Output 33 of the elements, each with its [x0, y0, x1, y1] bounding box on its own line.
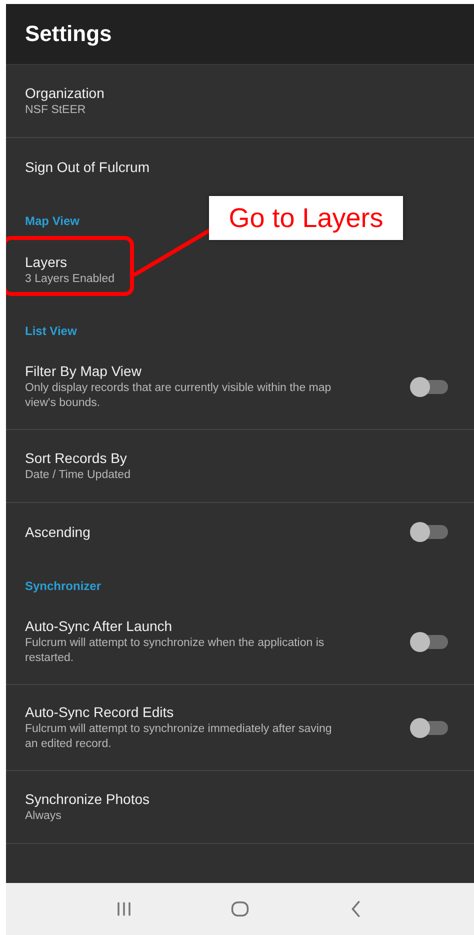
settings-item[interactable]: Ascending: [6, 503, 474, 561]
item-title: Synchronize Photos: [25, 790, 151, 808]
item-title: Sort Records By: [25, 449, 128, 467]
settings-item[interactable]: Organization NSF StEER: [6, 65, 474, 138]
item-summary: 3 Layers Enabled: [25, 272, 116, 287]
item-summary: Only display records that are currently visible within the map view's bounds.: [25, 381, 332, 411]
section-header: List View: [25, 324, 77, 338]
item-summary: Date / Time Updated: [25, 468, 132, 483]
item-summary: Fulcrum will attempt to synchronize immediately after saving an edited record.: [25, 722, 333, 752]
settings-item[interactable]: Auto-Sync Record Edits Fulcrum will attempt to synchronize immediately after saving an edited record.: [6, 685, 474, 771]
settings-item[interactable]: Sign Out of Fulcrum: [6, 138, 474, 196]
item-summary: Always: [25, 809, 62, 824]
toggle-switch[interactable]: [412, 634, 448, 648]
item-title: Layers: [25, 253, 68, 271]
screen-title: Settings: [25, 21, 112, 47]
item-title: Organization: [25, 84, 106, 102]
toggle-switch[interactable]: [412, 525, 448, 539]
toggle-switch[interactable]: [412, 380, 448, 394]
section-header: Map View: [25, 214, 80, 228]
settings-item[interactable]: Synchronize Photos Always: [6, 771, 474, 844]
item-title: Ascending: [25, 523, 92, 541]
item-title: Auto-Sync After Launch: [25, 617, 174, 635]
settings-item[interactable]: Sort Records By Date / Time Updated: [6, 430, 474, 503]
section-header: Synchronizer: [25, 579, 102, 593]
callout-label: Go to Layers: [209, 196, 403, 240]
item-summary: Fulcrum will attempt to synchronize when the application is restarted.: [25, 636, 326, 666]
item-title: Filter By Map View: [25, 362, 142, 380]
settings-item[interactable]: Filter By Map View Only display records that are currently visible within the map view's bounds.: [6, 344, 474, 430]
item-title: Sign Out of Fulcrum: [25, 158, 150, 176]
settings-item[interactable]: Auto-Sync After Launch Fulcrum will attempt to synchronize when the application is restarted.: [6, 599, 474, 685]
item-summary: NSF StEER: [25, 103, 87, 118]
item-title: Auto-Sync Record Edits: [25, 703, 175, 721]
toggle-switch[interactable]: [412, 720, 448, 734]
